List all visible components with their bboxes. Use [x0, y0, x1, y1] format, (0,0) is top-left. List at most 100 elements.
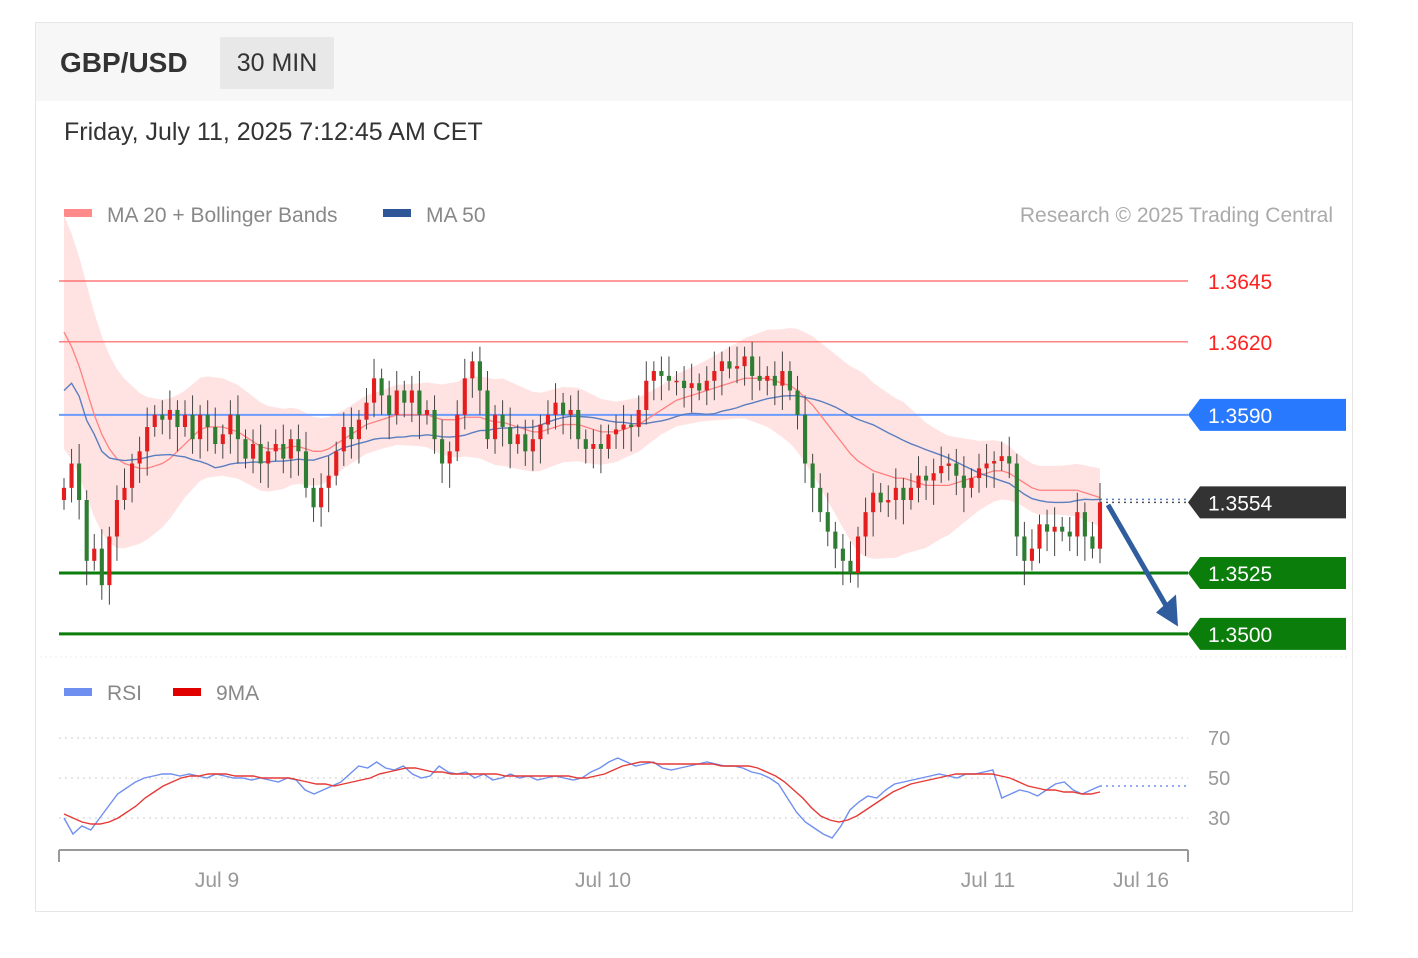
candle-body: [878, 492, 883, 503]
candle-body: [583, 439, 588, 449]
candle-body: [1007, 456, 1012, 464]
candle-body: [598, 444, 603, 449]
candle-body: [591, 444, 596, 449]
candle-body: [266, 451, 271, 464]
x-axis: Jul 9 Jul 10 Jul 11 Jul 16: [58, 849, 1189, 892]
candle-body: [530, 439, 535, 452]
candle-body: [961, 475, 966, 488]
x-tick-label: Jul 9: [195, 869, 239, 892]
candle-body: [855, 536, 861, 573]
candle-body: [492, 414, 498, 440]
candle-body: [757, 375, 762, 381]
candle-body: [727, 361, 732, 369]
candle-body: [893, 487, 898, 500]
candle-body: [281, 444, 286, 459]
ma50-legend-swatch: [383, 209, 411, 217]
support-level-label: 1.3525: [1208, 563, 1272, 586]
candle-body: [553, 402, 558, 415]
candle-body: [863, 512, 868, 537]
candle-body: [432, 409, 437, 440]
candle-body: [379, 378, 384, 396]
credit-label: Research © 2025 Trading Central: [1020, 204, 1333, 227]
candle-body: [1022, 536, 1027, 561]
candle-body: [576, 409, 581, 440]
level-tags: 1.3645 1.3620 1.3590 1.3554 1.3525 1.3500: [1188, 271, 1346, 650]
candle-body: [848, 560, 853, 573]
candle-body: [659, 371, 664, 376]
rsi-ma-legend-label: 9MA: [216, 682, 259, 705]
candle-body: [69, 463, 74, 488]
candle-body: [462, 378, 467, 415]
candle-body: [750, 356, 755, 376]
ma20-legend-swatch: [64, 209, 92, 217]
candle-body: [946, 463, 951, 466]
candle-body: [228, 414, 233, 435]
candle-body: [182, 414, 188, 427]
candle-body: [871, 492, 876, 513]
support-level-label: 1.3500: [1208, 624, 1272, 647]
candle-body: [924, 475, 929, 481]
candle-body: [719, 361, 724, 372]
candle-body: [840, 548, 845, 561]
candle-body: [356, 419, 361, 440]
candle-body: [341, 427, 346, 452]
candle-body: [780, 371, 785, 386]
resistance-level-label: 1.3645: [1208, 271, 1272, 294]
candle-body: [167, 409, 172, 420]
candle-body: [939, 465, 944, 474]
candle-body: [1052, 526, 1057, 532]
candle-body: [190, 414, 195, 440]
candle-body: [916, 475, 921, 488]
candle-body: [175, 409, 180, 427]
candle-body: [258, 444, 263, 464]
pivot-level-label: 1.3590: [1208, 405, 1272, 428]
rsi-legend-swatch: [64, 688, 92, 696]
forecast-arrow-head: [1156, 594, 1178, 627]
candle-body: [500, 414, 505, 427]
candle-body: [417, 390, 422, 415]
rsi-tick-label: 30: [1208, 808, 1230, 830]
candle-body: [818, 487, 823, 513]
candle-body: [250, 444, 256, 459]
rsi-panel: 30 50 70: [59, 728, 1230, 839]
candle-body: [545, 414, 551, 425]
chart-canvas: MA 20 + Bollinger Bands MA 50 Research ©…: [40, 204, 1350, 892]
candle-body: [114, 500, 119, 537]
candle-body: [334, 451, 339, 476]
candle-body: [765, 375, 770, 381]
candle-body: [447, 451, 452, 464]
candle-body: [795, 390, 800, 415]
candle-body: [137, 451, 142, 464]
rsi-line: [63, 757, 1101, 839]
candle-body: [349, 427, 354, 440]
candle-body: [387, 395, 392, 415]
candle-body: [296, 439, 301, 452]
candle-body: [1082, 512, 1087, 537]
x-tick-label: Jul 11: [961, 869, 1015, 892]
candle-body: [999, 456, 1004, 462]
candle-body: [992, 461, 997, 464]
candle-body: [485, 390, 490, 440]
candle-body: [1067, 531, 1072, 537]
candle-body: [825, 512, 830, 532]
candle-body: [568, 409, 573, 415]
rsi-tick-label: 70: [1208, 728, 1230, 750]
x-tick-label: Jul 16: [1113, 869, 1169, 892]
candle-body: [77, 463, 82, 500]
candle-body: [402, 390, 407, 403]
rsi-ma-legend-swatch: [173, 688, 201, 696]
candle-body: [523, 434, 528, 452]
last-level-label: 1.3554: [1208, 492, 1273, 515]
forecast-arrow-shaft: [1105, 503, 1173, 614]
candle-body: [1029, 548, 1035, 561]
candle-body: [538, 424, 543, 440]
candle-body: [394, 390, 399, 415]
resistance-level-label: 1.3620: [1208, 332, 1272, 355]
candle-body: [371, 378, 377, 403]
candle-body: [810, 463, 815, 488]
candle-body: [931, 473, 936, 481]
candle-body: [734, 366, 740, 369]
candle-body: [1075, 512, 1080, 537]
candle-body: [886, 500, 891, 503]
candle-body: [833, 531, 838, 549]
